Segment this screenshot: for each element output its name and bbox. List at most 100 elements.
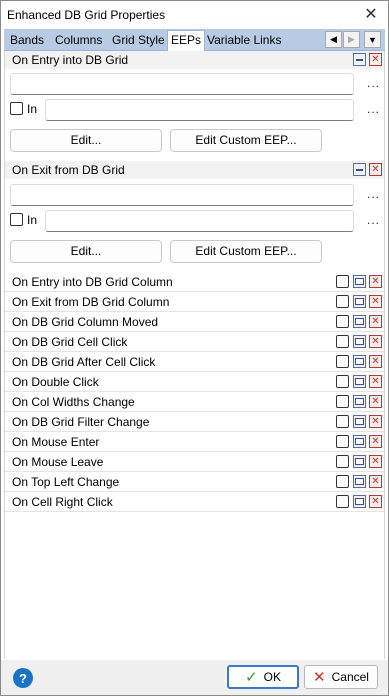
event-checkbox[interactable]: [336, 275, 349, 288]
event-checkbox[interactable]: [336, 355, 349, 368]
tab-variable-links[interactable]: Variable Links: [204, 31, 284, 51]
checkmark-icon: ✓: [245, 669, 258, 686]
remove-icon[interactable]: ✕: [369, 375, 382, 388]
add-eep-icon[interactable]: [353, 475, 366, 488]
collapse-icon[interactable]: [353, 163, 366, 176]
event-checkbox[interactable]: [336, 315, 349, 328]
remove-icon[interactable]: ✕: [369, 415, 382, 428]
event-label: On Cell Right Click: [12, 495, 113, 509]
event-row[interactable]: On Exit from DB Grid Column ✕: [5, 292, 384, 312]
event-checkbox[interactable]: [336, 395, 349, 408]
event-row[interactable]: On DB Grid Cell Click ✕: [5, 332, 384, 352]
event-label: On DB Grid Filter Change: [12, 415, 150, 429]
remove-icon[interactable]: ✕: [369, 395, 382, 408]
remove-icon[interactable]: ✕: [369, 495, 382, 508]
tab-eeps[interactable]: EEPs: [167, 30, 206, 51]
remove-icon[interactable]: ✕: [369, 275, 382, 288]
window-title: Enhanced DB Grid Properties: [7, 8, 166, 22]
add-eep-icon[interactable]: [353, 455, 366, 468]
ok-label: OK: [263, 670, 281, 684]
event-label: On Top Left Change: [12, 475, 120, 489]
tab-scroll-right-icon[interactable]: ▶: [343, 31, 360, 48]
add-eep-icon[interactable]: [353, 355, 366, 368]
event-row[interactable]: On Col Widths Change ✕: [5, 392, 384, 412]
dialog-footer: ? ✓ OK ✕ Cancel: [1, 660, 388, 695]
close-icon[interactable]: ✕: [362, 5, 380, 23]
exit-in-label: In: [27, 213, 38, 227]
entry-in-browse-button[interactable]: ...: [367, 102, 380, 116]
event-checkbox[interactable]: [336, 415, 349, 428]
collapse-icon[interactable]: [353, 53, 366, 66]
event-label: On Double Click: [12, 375, 99, 389]
event-row[interactable]: On Top Left Change ✕: [5, 472, 384, 492]
add-eep-icon[interactable]: [353, 335, 366, 348]
cancel-button[interactable]: ✕ Cancel: [304, 665, 378, 689]
entry-in-label: In: [27, 102, 38, 116]
entry-section-header: On Entry into DB Grid ✕: [5, 51, 384, 69]
entry-section-title: On Entry into DB Grid: [12, 53, 129, 67]
add-eep-icon[interactable]: [353, 395, 366, 408]
cancel-label: Cancel: [331, 670, 369, 684]
event-row[interactable]: On Mouse Enter ✕: [5, 432, 384, 452]
event-checkbox[interactable]: [336, 375, 349, 388]
event-label: On DB Grid Column Moved: [12, 315, 159, 329]
remove-icon[interactable]: ✕: [369, 475, 382, 488]
remove-icon[interactable]: ✕: [369, 295, 382, 308]
ok-button[interactable]: ✓ OK: [227, 665, 299, 689]
exit-edit-button[interactable]: Edit...: [10, 240, 162, 263]
event-label: On Col Widths Change: [12, 395, 135, 409]
remove-icon[interactable]: ✕: [369, 455, 382, 468]
event-checkbox[interactable]: [336, 435, 349, 448]
exit-section-title: On Exit from DB Grid: [12, 163, 125, 177]
event-label: On DB Grid After Cell Click: [12, 355, 156, 369]
tab-grid-style[interactable]: Grid Style: [109, 31, 168, 51]
remove-icon[interactable]: ✕: [369, 435, 382, 448]
remove-icon[interactable]: ✕: [369, 315, 382, 328]
remove-icon[interactable]: ✕: [369, 53, 382, 66]
event-row[interactable]: On Mouse Leave ✕: [5, 452, 384, 472]
entry-edit-button[interactable]: Edit...: [10, 129, 162, 152]
entry-browse-button[interactable]: ...: [367, 76, 380, 90]
event-checkbox[interactable]: [336, 475, 349, 488]
add-eep-icon[interactable]: [353, 375, 366, 388]
add-eep-icon[interactable]: [353, 275, 366, 288]
exit-edit-custom-button[interactable]: Edit Custom EEP...: [170, 240, 322, 263]
exit-browse-button[interactable]: ...: [367, 187, 380, 201]
exit-in-checkbox[interactable]: [10, 213, 23, 226]
event-row[interactable]: On DB Grid Filter Change ✕: [5, 412, 384, 432]
event-checkbox[interactable]: [336, 455, 349, 468]
cancel-x-icon: ✕: [313, 669, 326, 686]
remove-icon[interactable]: ✕: [369, 355, 382, 368]
add-eep-icon[interactable]: [353, 495, 366, 508]
remove-icon[interactable]: ✕: [369, 163, 382, 176]
entry-in-field[interactable]: [45, 99, 354, 121]
entry-eep-field[interactable]: [10, 73, 354, 95]
add-eep-icon[interactable]: [353, 435, 366, 448]
tab-bands[interactable]: Bands: [7, 31, 47, 51]
entry-edit-custom-button[interactable]: Edit Custom EEP...: [170, 129, 322, 152]
title-bar: Enhanced DB Grid Properties ✕: [1, 1, 388, 29]
event-row[interactable]: On DB Grid Column Moved ✕: [5, 312, 384, 332]
tab-scroll-left-icon[interactable]: ◀: [325, 31, 342, 48]
event-checkbox[interactable]: [336, 335, 349, 348]
add-eep-icon[interactable]: [353, 315, 366, 328]
event-row[interactable]: On Entry into DB Grid Column ✕: [5, 272, 384, 292]
help-icon[interactable]: ?: [13, 668, 33, 688]
exit-eep-field[interactable]: [10, 184, 354, 206]
event-row[interactable]: On DB Grid After Cell Click ✕: [5, 352, 384, 372]
entry-in-checkbox[interactable]: [10, 102, 23, 115]
event-row[interactable]: On Cell Right Click ✕: [5, 492, 384, 512]
add-eep-icon[interactable]: [353, 415, 366, 428]
remove-icon[interactable]: ✕: [369, 335, 382, 348]
tab-menu-dropdown-icon[interactable]: ▼: [364, 31, 381, 48]
add-eep-icon[interactable]: [353, 295, 366, 308]
exit-in-browse-button[interactable]: ...: [367, 213, 380, 227]
event-label: On Exit from DB Grid Column: [12, 295, 170, 309]
exit-in-field[interactable]: [45, 210, 354, 232]
tab-columns[interactable]: Columns: [52, 31, 105, 51]
exit-section-header: On Exit from DB Grid ✕: [5, 161, 384, 179]
event-checkbox[interactable]: [336, 295, 349, 308]
event-checkbox[interactable]: [336, 495, 349, 508]
dialog-window: Enhanced DB Grid Properties ✕ Bands Colu…: [0, 0, 389, 696]
event-row[interactable]: On Double Click ✕: [5, 372, 384, 392]
